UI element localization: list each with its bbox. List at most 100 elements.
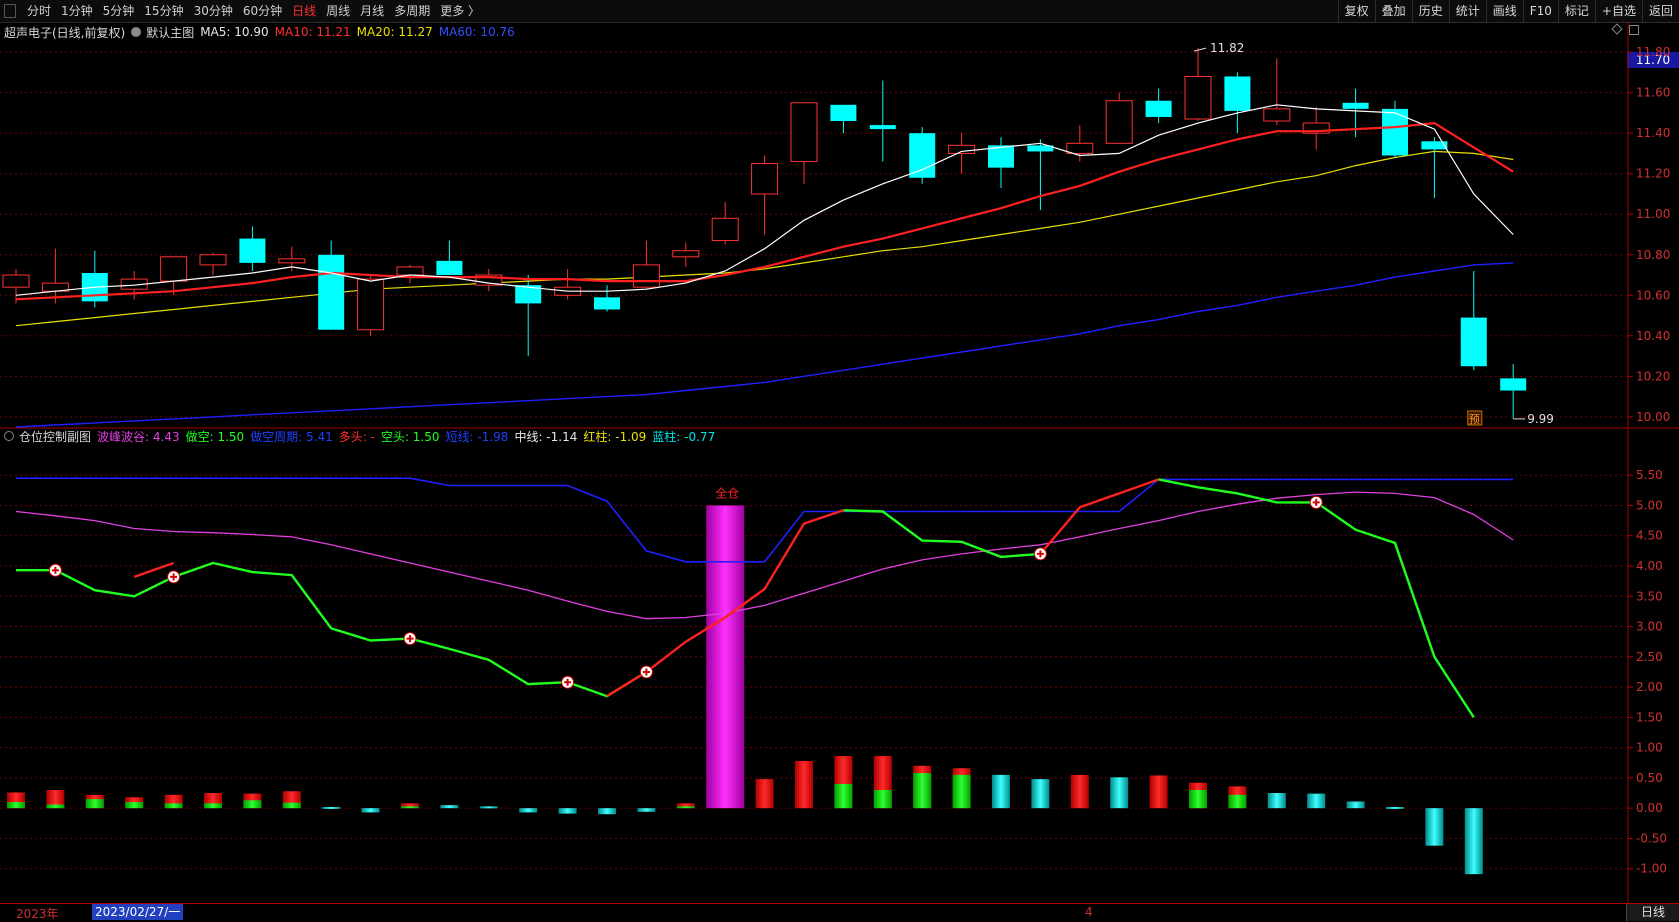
histogram-bar-inner bbox=[834, 783, 853, 809]
period-tab-10[interactable]: 更多 〉 bbox=[435, 0, 485, 22]
period-tab-3[interactable]: 15分钟 bbox=[139, 0, 188, 22]
histogram-bar bbox=[1425, 808, 1444, 846]
histogram-bar-inner bbox=[243, 800, 262, 809]
right-menu-item-2[interactable]: 历史 bbox=[1411, 0, 1449, 22]
period-toolbar: 分时 1分钟 5分钟 15分钟 30分钟 60分钟 日线 周线 月线 多周期 更多 〉 复权 叠加 历史… bbox=[0, 0, 1679, 23]
candle-body bbox=[2, 274, 30, 288]
period-tab-0[interactable]: 分时 bbox=[22, 0, 56, 22]
sub-tick-label: 1.00 bbox=[1636, 741, 1663, 755]
period-tab-8[interactable]: 月线 bbox=[355, 0, 389, 22]
period-tab-9[interactable]: 多周期 bbox=[389, 0, 435, 22]
main-tick-label: 11.60 bbox=[1636, 86, 1670, 100]
signal-tag-label: 预 bbox=[1469, 413, 1480, 426]
histogram-bar bbox=[1070, 774, 1089, 809]
histogram-bar bbox=[637, 808, 656, 812]
candle-body bbox=[1421, 141, 1448, 150]
candle-body bbox=[869, 125, 896, 130]
month-marker: 4 bbox=[1085, 905, 1093, 919]
period-tab-5[interactable]: 60分钟 bbox=[238, 0, 287, 22]
sub-tick-label: 0.00 bbox=[1636, 801, 1663, 815]
candle-body bbox=[1263, 108, 1291, 122]
histogram-bar-inner bbox=[46, 804, 65, 809]
candle-body bbox=[239, 238, 266, 263]
period-tab-4[interactable]: 30分钟 bbox=[189, 0, 238, 22]
candle-body bbox=[909, 133, 936, 178]
sub-tick-label: -1.00 bbox=[1636, 862, 1667, 876]
candle-body bbox=[436, 260, 463, 276]
sub-tick-label: 0.50 bbox=[1636, 771, 1663, 785]
main-tick-label: 11.80 bbox=[1636, 45, 1670, 59]
chart-canvas[interactable]: 11.80 11.60 11.40 11.20 11.00 10.80 10.60 10.40… bbox=[0, 22, 1679, 903]
right-menu-item-3[interactable]: 统计 bbox=[1448, 0, 1486, 22]
period-tab-1[interactable]: 1分钟 bbox=[56, 0, 98, 22]
sub-tick-label: 4.00 bbox=[1636, 559, 1663, 573]
ma60-line bbox=[15, 262, 1514, 428]
bofeng-line bbox=[15, 491, 1514, 620]
histogram-bar-inner bbox=[952, 774, 971, 809]
histogram-bar bbox=[598, 808, 616, 815]
candle-body bbox=[1066, 142, 1094, 154]
main-tick-label: 10.60 bbox=[1636, 288, 1670, 302]
histogram-bar bbox=[322, 806, 341, 809]
histogram-bar-inner bbox=[164, 803, 183, 809]
candle-body bbox=[1500, 378, 1527, 391]
zuokong-zhouqi-line bbox=[16, 477, 1514, 563]
histogram-bar bbox=[1149, 775, 1168, 809]
sub-tick-label: 3.00 bbox=[1636, 620, 1663, 634]
time-axis-bar: 2023年 2023/02/27/一 4 日线 bbox=[0, 903, 1679, 921]
high-pointer bbox=[1193, 47, 1207, 52]
period-tab-7[interactable]: 周线 bbox=[321, 0, 355, 22]
sub-tick-label: 1.50 bbox=[1636, 710, 1663, 724]
period-indicator[interactable]: 日线 bbox=[1626, 904, 1679, 921]
sub-tick-label: 4.50 bbox=[1636, 529, 1663, 543]
high-label: 11.82 bbox=[1210, 41, 1244, 55]
histogram-bar-inner bbox=[282, 802, 301, 809]
candle-body bbox=[1460, 317, 1487, 367]
kongtou-line bbox=[16, 478, 1475, 719]
sub-tick-label: 2.00 bbox=[1636, 680, 1663, 694]
right-menu-item-4[interactable]: 画线 bbox=[1485, 0, 1523, 22]
main-tick-label: 11.40 bbox=[1636, 126, 1670, 140]
candle-body bbox=[396, 266, 424, 276]
cursor-date: 2023/02/27/一 bbox=[92, 904, 184, 920]
period-tabs: 分时 1分钟 5分钟 15分钟 30分钟 60分钟 日线 周线 月线 多周期 更多 〉 bbox=[22, 0, 485, 22]
candle-body bbox=[790, 102, 818, 163]
full-position-label: 全仓 bbox=[715, 485, 739, 500]
main-tick-label: 11.00 bbox=[1636, 207, 1670, 221]
candle-body bbox=[1224, 76, 1251, 111]
right-menu-item-8[interactable]: 返回 bbox=[1641, 0, 1679, 22]
histogram-bar-inner bbox=[676, 806, 695, 809]
histogram-bar bbox=[558, 808, 577, 814]
histogram-bar bbox=[1307, 793, 1326, 809]
candle-body bbox=[1184, 75, 1212, 120]
period-tab-6[interactable]: 日线 bbox=[287, 0, 321, 22]
right-menu-item-1[interactable]: 叠加 bbox=[1374, 0, 1412, 22]
right-menu: 复权 叠加 历史 统计 画线 F10 标记 +自选 返回 bbox=[1337, 0, 1679, 22]
sub-tick-label: 5.50 bbox=[1636, 468, 1663, 482]
histogram-bar bbox=[1031, 779, 1050, 809]
histogram-bar-inner bbox=[913, 773, 932, 809]
period-tab-2[interactable]: 5分钟 bbox=[98, 0, 140, 22]
candle-body bbox=[594, 297, 620, 310]
right-menu-item-0[interactable]: 复权 bbox=[1337, 0, 1375, 22]
histogram-bar bbox=[479, 806, 498, 809]
candle-body bbox=[632, 264, 660, 288]
histogram-bar bbox=[1267, 793, 1286, 809]
candle-body bbox=[711, 217, 739, 242]
histogram-bar-inner bbox=[401, 806, 419, 809]
candle-body bbox=[278, 258, 306, 264]
candle-body bbox=[357, 278, 385, 331]
panel-toggle-icon[interactable] bbox=[4, 4, 16, 18]
low-label: 9.99 bbox=[1527, 412, 1554, 426]
histogram-bar-inner bbox=[7, 802, 25, 809]
right-menu-item-5[interactable]: F10 bbox=[1522, 0, 1558, 22]
main-tick-label: 10.80 bbox=[1636, 248, 1670, 262]
year-label: 2023年 bbox=[16, 907, 59, 921]
right-menu-item-7[interactable]: +自选 bbox=[1594, 0, 1642, 22]
right-menu-item-6[interactable]: 标记 bbox=[1557, 0, 1595, 22]
histogram-bar-inner bbox=[1189, 790, 1207, 809]
histogram-bar bbox=[519, 808, 538, 813]
histogram-bar bbox=[1346, 801, 1365, 809]
sub-tick-label: -0.50 bbox=[1636, 831, 1667, 845]
histogram-bar bbox=[795, 760, 813, 809]
